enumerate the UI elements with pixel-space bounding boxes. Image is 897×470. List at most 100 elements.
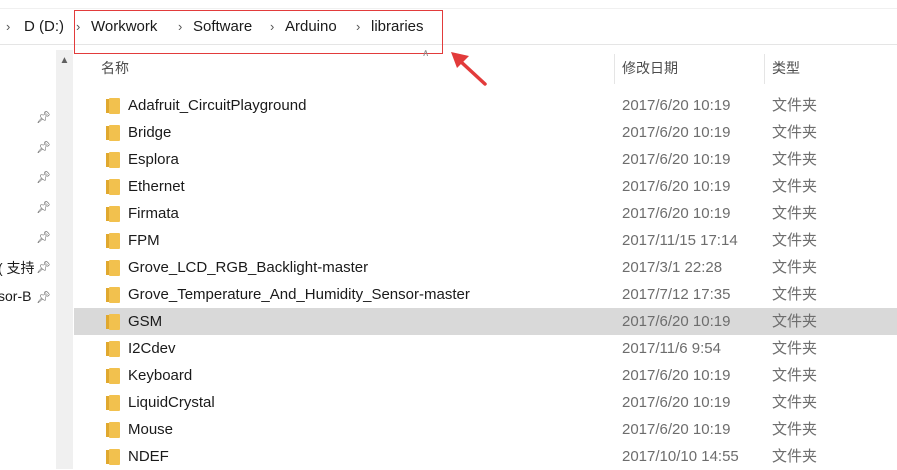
chevron-right-icon[interactable]: ›: [178, 10, 182, 44]
window-top-strip: [0, 0, 897, 9]
folder-icon: [106, 368, 120, 384]
column-divider[interactable]: [764, 54, 765, 84]
breadcrumb-workwork[interactable]: Workwork: [91, 10, 157, 44]
file-type: 文件夹: [772, 151, 818, 168]
column-header-name[interactable]: 名称: [101, 50, 129, 88]
folder-icon: [106, 233, 120, 249]
file-date: 2017/6/20 10:19: [622, 421, 731, 438]
file-date: 2017/11/15 17:14: [622, 232, 738, 249]
column-divider[interactable]: [614, 54, 615, 84]
file-type: 文件夹: [772, 367, 818, 384]
file-type: 文件夹: [772, 286, 818, 303]
file-row[interactable]: Adafruit_CircuitPlayground 2017/6/20 10:1…: [74, 92, 897, 119]
file-name: Adafruit_CircuitPlayground: [128, 97, 307, 114]
file-date: 2017/6/20 10:19: [622, 394, 731, 411]
file-date: 2017/6/20 10:19: [622, 124, 731, 141]
file-row[interactable]: Grove_LCD_RGB_Backlight-master 2017/3/1 2…: [74, 254, 897, 281]
breadcrumb-drive[interactable]: D (D:): [24, 10, 64, 44]
file-type: 文件夹: [772, 232, 818, 249]
file-type: 文件夹: [772, 178, 818, 195]
file-name: I2Cdev: [128, 340, 176, 357]
nav-item-label[interactable]: sor-B: [0, 288, 31, 304]
file-date: 2017/7/12 17:35: [622, 286, 731, 303]
pin-icon[interactable]: 📌︎: [36, 200, 51, 214]
file-name: Mouse: [128, 421, 174, 438]
file-row[interactable]: Keyboard 2017/6/20 10:19 文件夹: [74, 362, 897, 389]
file-row[interactable]: LiquidCrystal 2017/6/20 10:19 文件夹: [74, 389, 897, 416]
folder-icon: [106, 422, 120, 438]
column-header: ∧ 名称 修改日期 类型: [74, 48, 897, 88]
file-name: Keyboard: [128, 367, 193, 384]
folder-icon: [106, 314, 120, 330]
file-type: 文件夹: [772, 313, 818, 330]
breadcrumb-arduino[interactable]: Arduino: [285, 10, 337, 44]
folder-icon: [106, 341, 120, 357]
file-name: Grove_Temperature_And_Humidity_Sensor-ma…: [128, 286, 470, 303]
file-row[interactable]: Firmata 2017/6/20 10:19 文件夹: [74, 200, 897, 227]
file-type: 文件夹: [772, 205, 818, 222]
file-name: Ethernet: [128, 178, 185, 195]
pin-icon[interactable]: 📌︎: [36, 110, 51, 124]
file-type: 文件夹: [772, 448, 818, 465]
file-name: Esplora: [128, 151, 179, 168]
scroll-up-arrow-icon[interactable]: ▲: [56, 50, 73, 72]
file-type: 文件夹: [772, 124, 818, 141]
file-type: 文件夹: [772, 340, 818, 357]
file-date: 2017/6/20 10:19: [622, 178, 731, 195]
chevron-right-icon[interactable]: ›: [76, 10, 80, 44]
file-name: FPM: [128, 232, 160, 249]
breadcrumb-libraries[interactable]: libraries: [371, 10, 424, 44]
folder-icon: [106, 287, 120, 303]
file-date: 2017/6/20 10:19: [622, 313, 731, 330]
folder-icon: [106, 98, 120, 114]
file-row[interactable]: GSM 2017/6/20 10:19 文件夹: [74, 308, 897, 335]
folder-icon: [106, 206, 120, 222]
file-name: LiquidCrystal: [128, 394, 215, 411]
file-type: 文件夹: [772, 421, 818, 438]
folder-icon: [106, 125, 120, 141]
pin-icon[interactable]: 📌︎: [36, 170, 51, 184]
file-type: 文件夹: [772, 394, 818, 411]
chevron-right-icon[interactable]: ›: [270, 10, 274, 44]
folder-icon: [106, 152, 120, 168]
nav-item-label[interactable]: ( 支持: [0, 258, 35, 278]
file-row[interactable]: FPM 2017/11/15 17:14 文件夹: [74, 227, 897, 254]
file-date: 2017/6/20 10:19: [622, 151, 731, 168]
folder-icon: [106, 179, 120, 195]
file-date: 2017/3/1 22:28: [622, 259, 723, 276]
pin-icon[interactable]: 📌︎: [36, 230, 51, 244]
file-date: 2017/6/20 10:19: [622, 205, 731, 222]
file-name: GSM: [128, 313, 163, 330]
file-type: 文件夹: [772, 97, 818, 114]
chevron-right-icon[interactable]: ›: [6, 10, 10, 44]
sort-ascending-icon: ∧: [422, 48, 430, 59]
pin-icon[interactable]: 📌︎: [36, 290, 51, 304]
file-name: Bridge: [128, 124, 172, 141]
file-type: 文件夹: [772, 259, 818, 276]
file-row[interactable]: Mouse 2017/6/20 10:19 文件夹: [74, 416, 897, 443]
address-bar[interactable]: › D (D:) › Workwork › Software › Arduino…: [0, 10, 897, 54]
file-row[interactable]: Grove_Temperature_And_Humidity_Sensor-ma…: [74, 281, 897, 308]
column-header-type[interactable]: 类型: [772, 50, 800, 88]
nav-scrollbar[interactable]: [56, 50, 73, 469]
file-name: NDEF: [128, 448, 169, 465]
file-date: 2017/6/20 10:19: [622, 367, 731, 384]
file-row[interactable]: Bridge 2017/6/20 10:19 文件夹: [74, 119, 897, 146]
folder-icon: [106, 260, 120, 276]
file-row[interactable]: I2Cdev 2017/11/6 9:54 文件夹: [74, 335, 897, 362]
file-date: 2017/10/10 14:55: [622, 448, 739, 465]
pin-icon[interactable]: 📌︎: [36, 140, 51, 154]
file-row[interactable]: Ethernet 2017/6/20 10:19 文件夹: [74, 173, 897, 200]
column-header-date[interactable]: 修改日期: [622, 50, 678, 88]
folder-icon: [106, 449, 120, 465]
breadcrumb-software[interactable]: Software: [193, 10, 252, 44]
chevron-right-icon[interactable]: ›: [356, 10, 360, 44]
file-date: 2017/11/6 9:54: [622, 340, 721, 357]
folder-icon: [106, 395, 120, 411]
navigation-pane[interactable]: 📌︎ 📌︎ 📌︎ 📌︎ 📌︎ ( 支持 📌︎ sor-B 📌︎: [0, 46, 56, 469]
file-row[interactable]: NDEF 2017/10/10 14:55 文件夹: [74, 443, 897, 470]
file-date: 2017/6/20 10:19: [622, 97, 731, 114]
file-row[interactable]: Esplora 2017/6/20 10:19 文件夹: [74, 146, 897, 173]
pin-icon[interactable]: 📌︎: [36, 260, 51, 274]
file-name: Grove_LCD_RGB_Backlight-master: [128, 259, 369, 276]
